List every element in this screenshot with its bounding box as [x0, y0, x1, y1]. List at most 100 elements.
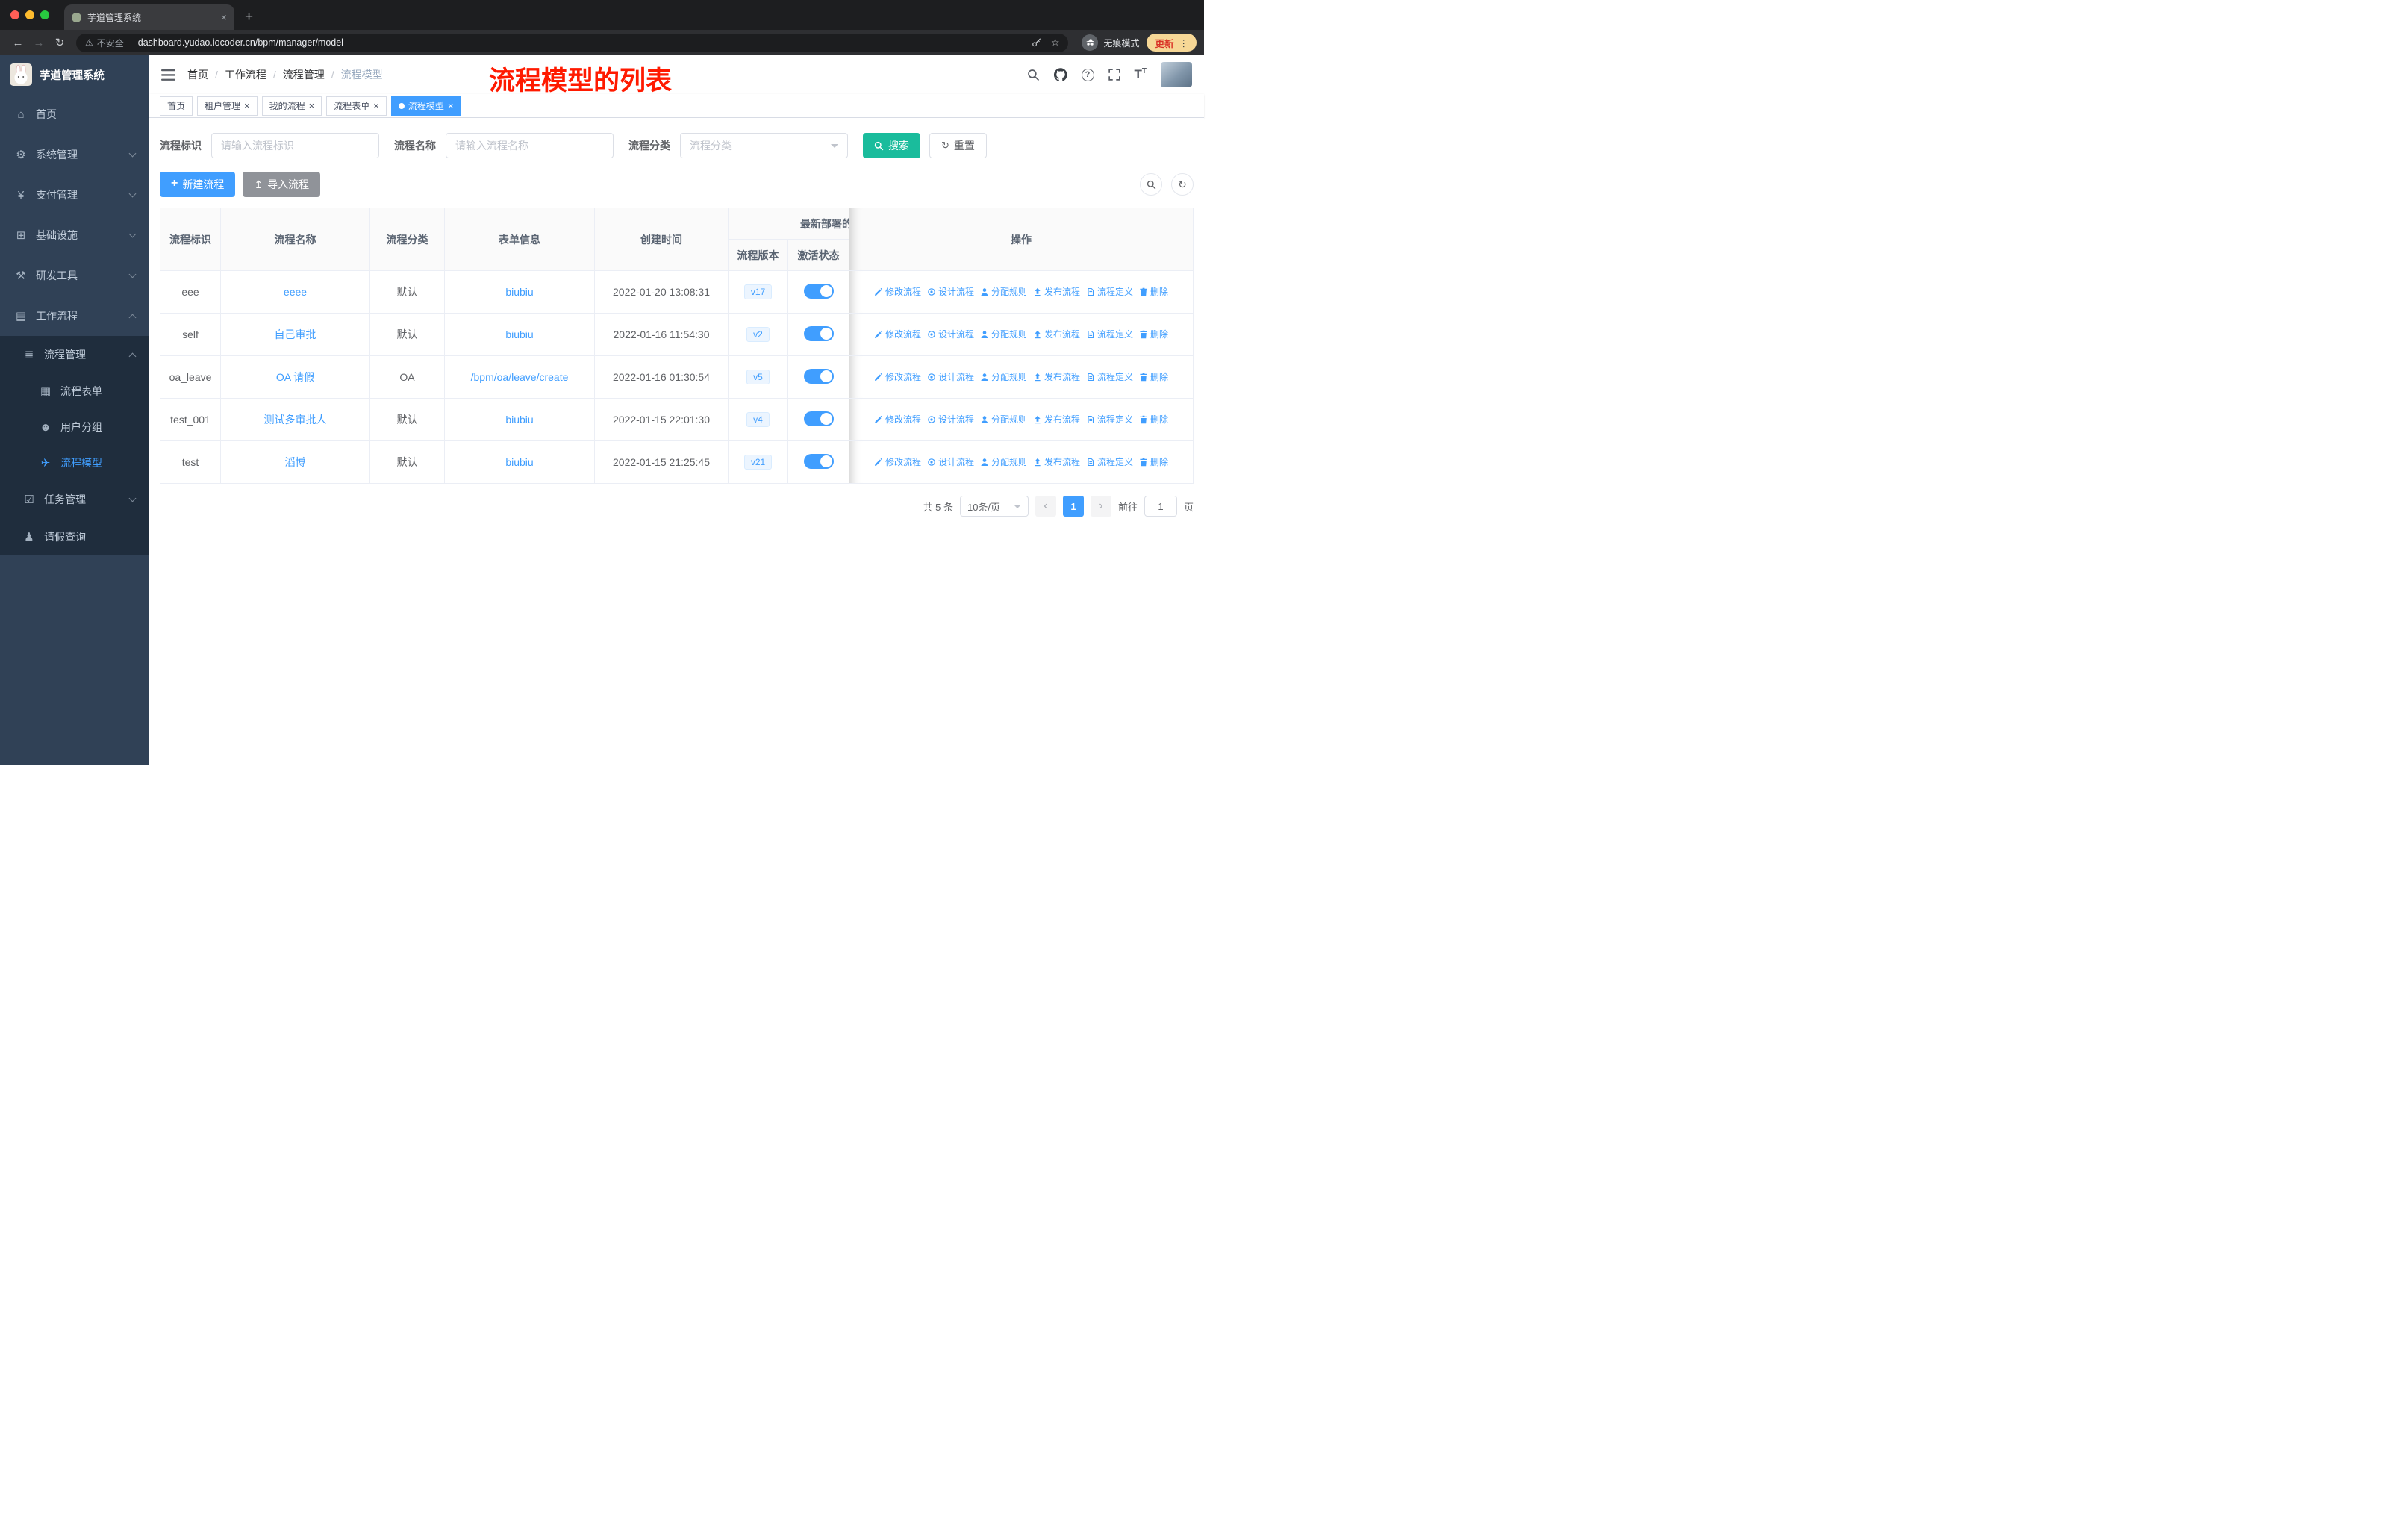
process-category-select[interactable]: 流程分类 — [680, 133, 848, 158]
status-toggle[interactable] — [803, 368, 834, 384]
status-toggle[interactable] — [803, 411, 834, 426]
action-publish-link[interactable]: 发布流程 — [1033, 455, 1080, 468]
action-design-link[interactable]: 设计流程 — [927, 328, 974, 340]
action-assign-link[interactable]: 分配规则 — [980, 328, 1027, 340]
action-publish-link[interactable]: 发布流程 — [1033, 413, 1080, 426]
minimize-window-button[interactable] — [25, 10, 34, 19]
search-icon[interactable] — [1027, 69, 1040, 81]
tag-close-icon[interactable] — [244, 101, 250, 110]
tag-close-icon[interactable] — [448, 101, 454, 110]
search-button[interactable]: 搜索 — [863, 133, 920, 158]
tag-close-icon[interactable] — [309, 101, 315, 110]
action-edit-link[interactable]: 修改流程 — [874, 413, 921, 426]
action-assign-link[interactable]: 分配规则 — [980, 370, 1027, 383]
hamburger-icon[interactable] — [161, 69, 175, 81]
action-definition-link[interactable]: 流程定义 — [1086, 328, 1133, 340]
action-delete-link[interactable]: 删除 — [1139, 285, 1168, 298]
action-edit-link[interactable]: 修改流程 — [874, 328, 921, 340]
process-name-link[interactable]: 滔博 — [285, 456, 306, 468]
reload-button[interactable]: ↻ — [49, 36, 70, 49]
close-window-button[interactable] — [10, 10, 19, 19]
action-assign-link[interactable]: 分配规则 — [980, 455, 1027, 468]
tag-tenant[interactable]: 租户管理 — [197, 96, 258, 116]
bookmark-star-icon[interactable]: ☆ — [1051, 37, 1060, 49]
action-delete-link[interactable]: 删除 — [1139, 328, 1168, 340]
sidebar-item-process-management[interactable]: ≣ 流程管理 — [0, 336, 149, 373]
form-info-link[interactable]: /bpm/oa/leave/create — [471, 371, 569, 383]
tag-process-model[interactable]: 流程模型 — [390, 96, 461, 116]
github-icon[interactable] — [1053, 68, 1067, 81]
status-toggle[interactable] — [803, 283, 834, 299]
create-process-button[interactable]: 新建流程 — [160, 172, 236, 197]
action-delete-link[interactable]: 删除 — [1139, 455, 1168, 468]
action-design-link[interactable]: 设计流程 — [927, 455, 974, 468]
status-toggle[interactable] — [803, 453, 834, 469]
toggle-search-button[interactable] — [1140, 173, 1162, 196]
process-name-link[interactable]: eeee — [284, 286, 307, 298]
browser-update-button[interactable]: 更新 ⋮ — [1147, 34, 1197, 52]
tag-process-form[interactable]: 流程表单 — [326, 96, 387, 116]
breadcrumb-item[interactable]: 首页 — [187, 67, 208, 82]
breadcrumb-item[interactable]: 流程管理 — [283, 67, 325, 82]
form-info-link[interactable]: biubiu — [505, 286, 533, 298]
form-info-link[interactable]: biubiu — [505, 456, 533, 468]
tag-my-process[interactable]: 我的流程 — [261, 96, 322, 116]
form-info-link[interactable]: biubiu — [505, 414, 533, 426]
security-warning-icon[interactable]: ⚠ — [85, 37, 93, 48]
breadcrumb-item[interactable]: 工作流程 — [225, 67, 266, 82]
sidebar-item-payment[interactable]: ¥ 支付管理 — [0, 175, 149, 215]
reset-button[interactable]: 重置 — [929, 133, 987, 158]
window-controls[interactable] — [10, 10, 49, 19]
sidebar-item-user-group[interactable]: ☻ 用户分组 — [0, 409, 149, 445]
zoom-window-button[interactable] — [40, 10, 49, 19]
sidebar-item-infra[interactable]: ⊞ 基础设施 — [0, 215, 149, 255]
action-design-link[interactable]: 设计流程 — [927, 370, 974, 383]
action-delete-link[interactable]: 删除 — [1139, 370, 1168, 383]
tab-close-icon[interactable]: × — [221, 11, 227, 23]
sidebar-item-system[interactable]: ⚙ 系统管理 — [0, 134, 149, 175]
action-publish-link[interactable]: 发布流程 — [1033, 285, 1080, 298]
action-publish-link[interactable]: 发布流程 — [1033, 370, 1080, 383]
new-tab-button[interactable] — [234, 4, 263, 30]
action-definition-link[interactable]: 流程定义 — [1086, 370, 1133, 383]
address-bar[interactable]: ⚠ 不安全 dashboard.yudao.iocoder.cn/bpm/man… — [76, 33, 1069, 52]
action-definition-link[interactable]: 流程定义 — [1086, 285, 1133, 298]
back-button[interactable]: ← — [7, 37, 28, 49]
action-assign-link[interactable]: 分配规则 — [980, 285, 1027, 298]
action-definition-link[interactable]: 流程定义 — [1086, 413, 1133, 426]
forward-button[interactable]: → — [28, 37, 49, 49]
process-name-input[interactable] — [446, 133, 614, 158]
process-key-input[interactable] — [211, 133, 379, 158]
browser-tab[interactable]: 芋道管理系统 × — [64, 4, 234, 30]
import-process-button[interactable]: 导入流程 — [243, 172, 321, 197]
action-design-link[interactable]: 设计流程 — [927, 285, 974, 298]
action-edit-link[interactable]: 修改流程 — [874, 370, 921, 383]
action-edit-link[interactable]: 修改流程 — [874, 455, 921, 468]
action-edit-link[interactable]: 修改流程 — [874, 285, 921, 298]
page-size-select[interactable]: 10条/页 — [959, 496, 1029, 517]
process-name-link[interactable]: 自己审批 — [275, 328, 316, 340]
action-delete-link[interactable]: 删除 — [1139, 413, 1168, 426]
font-size-icon[interactable] — [1135, 67, 1147, 82]
page-1-button[interactable]: 1 — [1062, 496, 1084, 517]
url-text[interactable]: dashboard.yudao.iocoder.cn/bpm/manager/m… — [138, 37, 343, 48]
refresh-table-button[interactable] — [1171, 173, 1194, 196]
browser-menu-icon[interactable]: ⋮ — [1179, 37, 1189, 49]
sidebar-item-process-form[interactable]: ▦ 流程表单 — [0, 373, 149, 409]
goto-page-input[interactable] — [1144, 496, 1177, 517]
process-name-link[interactable]: 测试多审批人 — [264, 414, 327, 426]
status-toggle[interactable] — [803, 326, 834, 341]
fullscreen-icon[interactable] — [1108, 69, 1120, 81]
sidebar-item-home[interactable]: ⌂ 首页 — [0, 94, 149, 134]
action-publish-link[interactable]: 发布流程 — [1033, 328, 1080, 340]
sidebar-item-workflow[interactable]: ▤ 工作流程 — [0, 296, 149, 336]
tag-close-icon[interactable] — [373, 101, 379, 110]
avatar[interactable] — [1161, 62, 1192, 87]
next-page-button[interactable]: › — [1090, 496, 1111, 517]
sidebar-item-leave-query[interactable]: ♟ 请假查询 — [0, 518, 149, 555]
form-info-link[interactable]: biubiu — [505, 328, 533, 340]
tag-home[interactable]: 首页 — [160, 96, 193, 116]
action-assign-link[interactable]: 分配规则 — [980, 413, 1027, 426]
sidebar-item-process-model[interactable]: ✈ 流程模型 — [0, 445, 149, 481]
password-key-icon[interactable] — [1032, 37, 1042, 48]
